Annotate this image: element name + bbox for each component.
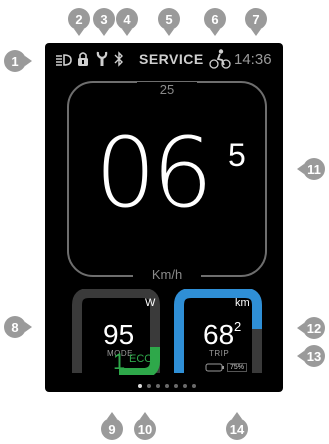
page-dot-2[interactable] xyxy=(147,384,151,388)
lock-icon xyxy=(78,52,88,66)
callout-12: 12 xyxy=(297,317,325,339)
callout-3: 3 xyxy=(93,8,115,36)
callout-14: 14 xyxy=(226,412,248,440)
battery-icon xyxy=(205,363,224,372)
callout-4: 4 xyxy=(116,8,138,36)
callout-1: 1 xyxy=(4,50,32,72)
mode-name: ECO xyxy=(129,353,153,365)
callout-10: 10 xyxy=(134,412,156,440)
speed-decimal: 5 xyxy=(228,137,246,173)
speed-value: 06 xyxy=(95,117,213,229)
display-screen: SERVICE 14:36 25 06 5 Km/h W 95 MODE 1 E… xyxy=(45,43,283,392)
callout-9: 9 xyxy=(101,412,123,440)
mode-number: 1 xyxy=(113,349,126,374)
page-dot-4[interactable] xyxy=(165,384,169,388)
battery-percent: 75% xyxy=(227,363,248,372)
page-dot-7[interactable] xyxy=(192,384,196,388)
power-unit: W xyxy=(145,297,156,309)
speed-unit: Km/h xyxy=(133,267,201,282)
trip-unit: km xyxy=(235,297,250,309)
power-value: 95 xyxy=(103,319,135,350)
callout-5: 5 xyxy=(158,8,180,36)
callout-2: 2 xyxy=(68,8,90,36)
page-dot-6[interactable] xyxy=(183,384,187,388)
trip-caption: TRIP xyxy=(209,349,230,358)
callout-13: 13 xyxy=(297,345,325,367)
trip-tile[interactable]: km 68 2 TRIP 75% xyxy=(169,289,267,375)
page-dot-3[interactable] xyxy=(156,384,160,388)
power-tile[interactable]: W 95 MODE 1 ECO xyxy=(67,289,165,375)
callout-7: 7 xyxy=(245,8,267,36)
trip-decimal: 2 xyxy=(234,319,242,334)
walk-assist-icon xyxy=(209,49,231,69)
service-label: SERVICE xyxy=(139,51,204,67)
clock: 14:36 xyxy=(234,51,272,68)
callout-8: 8 xyxy=(4,316,32,338)
callout-11: 11 xyxy=(297,158,325,180)
trip-value: 68 xyxy=(203,319,235,350)
callout-6: 6 xyxy=(204,8,226,36)
page-dot-1[interactable] xyxy=(138,384,142,388)
bluetooth-icon xyxy=(114,51,123,67)
max-speed-label: 25 xyxy=(137,82,197,97)
headlight-icon xyxy=(56,54,72,66)
page-dot-5[interactable] xyxy=(174,384,178,388)
wrench-icon xyxy=(96,51,108,66)
